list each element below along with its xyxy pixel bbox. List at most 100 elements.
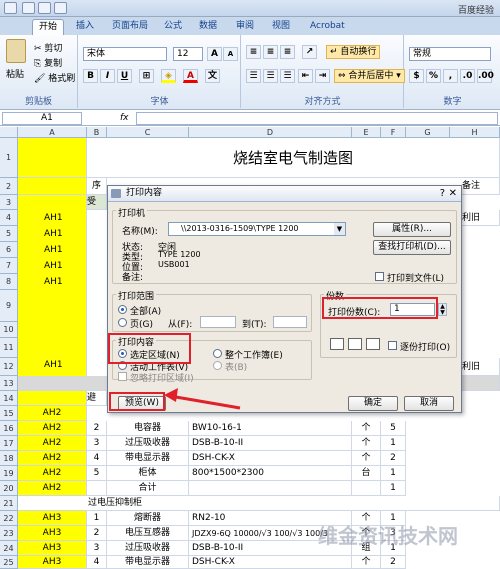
decrease-decimal-icon[interactable]: .00 bbox=[477, 69, 494, 83]
copy-button[interactable]: ⎘ 复制 bbox=[34, 56, 62, 69]
tab-view[interactable]: 视图 bbox=[266, 19, 296, 35]
unit-cell[interactable] bbox=[352, 481, 381, 496]
percent-icon[interactable]: % bbox=[426, 69, 441, 83]
col-header-h[interactable]: H bbox=[450, 127, 500, 138]
range-pages-radio[interactable] bbox=[118, 318, 127, 327]
col-header-b[interactable]: B bbox=[87, 127, 107, 138]
unit-cell[interactable]: 个 bbox=[352, 421, 381, 436]
cell-a1[interactable] bbox=[18, 138, 87, 178]
font-color-icon[interactable]: A bbox=[183, 69, 198, 83]
row-header[interactable]: 7 bbox=[0, 258, 18, 274]
model-cell[interactable]: DSH-CK-X bbox=[189, 451, 352, 466]
row-header[interactable]: 18 bbox=[0, 451, 18, 466]
row-header[interactable]: 11 bbox=[0, 338, 18, 358]
print-to-file-checkbox[interactable] bbox=[375, 272, 384, 281]
row-header[interactable]: 19 bbox=[0, 466, 18, 481]
model-cell[interactable] bbox=[189, 481, 352, 496]
header-seq[interactable]: 序 bbox=[87, 178, 107, 195]
row-header[interactable]: 3 bbox=[0, 195, 18, 210]
tab-acrobat[interactable]: Acrobat bbox=[304, 19, 351, 35]
tab-page-layout[interactable]: 页面布局 bbox=[106, 19, 154, 35]
ignore-area-checkbox[interactable] bbox=[118, 372, 127, 381]
ah2-cell[interactable]: AH2 bbox=[18, 406, 87, 421]
formula-input[interactable] bbox=[136, 112, 498, 125]
row-header[interactable]: 12 bbox=[0, 358, 18, 376]
row-header[interactable]: 25 bbox=[0, 556, 18, 569]
increase-decimal-icon[interactable]: .0 bbox=[460, 69, 475, 83]
row-header[interactable]: 2 bbox=[0, 178, 18, 195]
tab-formulas[interactable]: 公式 bbox=[158, 19, 188, 35]
help-icon[interactable]: ? bbox=[440, 186, 445, 201]
total-label[interactable]: 合计 bbox=[107, 481, 189, 496]
copies-spinner[interactable]: ▲ ▼ bbox=[438, 303, 447, 316]
shrink-font-icon[interactable]: A bbox=[223, 47, 238, 61]
properties-button[interactable]: 属性(R)... bbox=[373, 222, 451, 237]
align-middle-icon[interactable]: ≡ bbox=[263, 45, 278, 59]
align-left-icon[interactable]: ☰ bbox=[246, 69, 261, 83]
model-cell[interactable]: 800*1500*2300 bbox=[189, 466, 352, 481]
row-header[interactable]: 4 bbox=[0, 210, 18, 226]
ah2-cell[interactable]: AH2 bbox=[18, 451, 87, 466]
border-icon[interactable]: ⊞ bbox=[139, 69, 154, 83]
model-cell[interactable]: BW10-16-1 bbox=[189, 421, 352, 436]
workbook-radio[interactable] bbox=[213, 349, 222, 358]
fill-color-icon[interactable]: ◈ bbox=[161, 69, 176, 83]
model-cell[interactable]: DSB-B-10-II bbox=[189, 436, 352, 451]
header-note[interactable]: 备注 bbox=[462, 178, 500, 195]
cell-a2[interactable] bbox=[18, 178, 87, 195]
currency-icon[interactable]: $ bbox=[409, 69, 424, 83]
seq-cell[interactable]: 5 bbox=[87, 466, 107, 481]
qty-cell[interactable]: 2 bbox=[381, 451, 406, 466]
note-cell[interactable]: 利旧 bbox=[462, 210, 500, 226]
name-cell[interactable]: 过压吸收器 bbox=[107, 436, 189, 451]
row-header[interactable]: 9 bbox=[0, 290, 18, 322]
model-cell[interactable]: DSH-CK-X bbox=[189, 556, 352, 569]
comma-icon[interactable]: , bbox=[443, 69, 458, 83]
tab-review[interactable]: 审阅 bbox=[230, 19, 260, 35]
row-header[interactable]: 1 bbox=[0, 138, 18, 178]
to-input[interactable] bbox=[273, 316, 307, 328]
chevron-down-icon[interactable]: ▼ bbox=[334, 223, 345, 235]
increase-indent-icon[interactable]: ⇥ bbox=[315, 69, 330, 83]
ah3-cell[interactable]: AH3 bbox=[18, 511, 87, 526]
sheet-title[interactable]: 烧结室电气制造图 bbox=[87, 138, 500, 178]
italic-icon[interactable]: I bbox=[100, 69, 115, 83]
redo-icon[interactable] bbox=[54, 2, 67, 14]
seq-cell[interactable]: 2 bbox=[87, 526, 107, 541]
close-icon[interactable]: ✕ bbox=[449, 186, 457, 201]
seq-cell[interactable]: 4 bbox=[87, 451, 107, 466]
name-cell[interactable]: 柜体 bbox=[107, 466, 189, 481]
name-cell[interactable]: 带电显示器 bbox=[107, 556, 189, 569]
undo-icon[interactable] bbox=[38, 2, 51, 14]
from-input[interactable] bbox=[200, 316, 236, 328]
section-title[interactable]: 过电压抑制柜 bbox=[18, 496, 500, 511]
orientation-icon[interactable]: ↗ bbox=[302, 45, 317, 59]
seq-cell[interactable] bbox=[87, 481, 107, 496]
bold-icon[interactable]: B bbox=[83, 69, 98, 83]
col-header-a[interactable]: A bbox=[18, 127, 87, 138]
align-center-icon[interactable]: ☰ bbox=[263, 69, 278, 83]
tab-home[interactable]: 开始 bbox=[32, 19, 65, 35]
fx-icon[interactable]: fx bbox=[120, 113, 129, 123]
row-header[interactable]: 14 bbox=[0, 391, 18, 406]
office-button-icon[interactable] bbox=[4, 2, 17, 14]
qty-cell[interactable]: 1 bbox=[381, 466, 406, 481]
find-printer-button[interactable]: 查找打印机(D)... bbox=[373, 240, 451, 255]
col-header-e[interactable]: E bbox=[352, 127, 381, 138]
wrap-text-button[interactable]: ↵ 自动换行 bbox=[326, 45, 381, 59]
col-header-f[interactable]: F bbox=[381, 127, 406, 138]
underline-icon[interactable]: U bbox=[117, 69, 132, 83]
cancel-button[interactable]: 取消 bbox=[404, 396, 454, 411]
seq-cell[interactable]: 3 bbox=[87, 436, 107, 451]
name-box[interactable]: A1 bbox=[2, 112, 82, 125]
ah2-cell[interactable]: AH2 bbox=[18, 436, 87, 451]
row3-label[interactable]: 受 bbox=[87, 195, 107, 210]
seq-cell[interactable]: 4 bbox=[87, 556, 107, 569]
unit-cell[interactable]: 个 bbox=[352, 556, 381, 569]
merge-center-button[interactable]: ⇔ 合并后居中 ▾ bbox=[334, 69, 405, 83]
cut-button[interactable]: ✂ 剪切 bbox=[34, 41, 62, 54]
qty-cell[interactable]: 1 bbox=[381, 436, 406, 451]
name-cell[interactable]: 电压互感器 bbox=[107, 526, 189, 541]
align-right-icon[interactable]: ☰ bbox=[280, 69, 295, 83]
tab-insert[interactable]: 插入 bbox=[70, 19, 100, 35]
